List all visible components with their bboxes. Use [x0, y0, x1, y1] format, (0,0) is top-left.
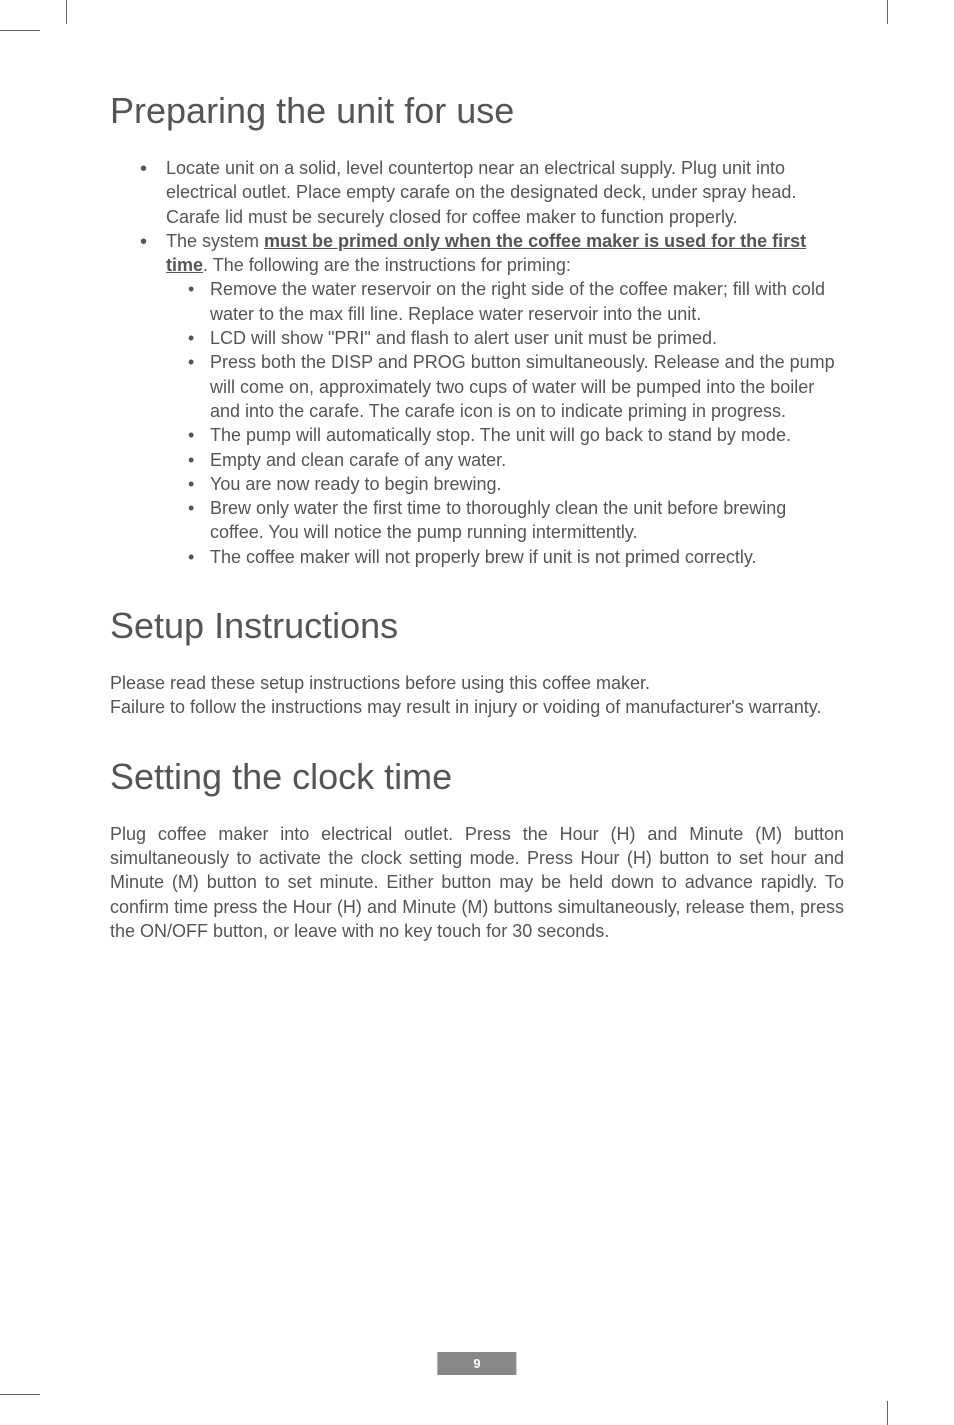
crop-mark	[0, 1394, 40, 1395]
list-item: Remove the water reservoir on the right …	[188, 277, 844, 326]
list-text: You are now ready to begin brewing.	[210, 474, 502, 494]
list-item: LCD will show "PRI" and flash to alert u…	[188, 326, 844, 350]
list-item: Press both the DISP and PROG button simu…	[188, 350, 844, 423]
list-item: Brew only water the first time to thorou…	[188, 496, 844, 545]
list-text: LCD will show "PRI" and flash to alert u…	[210, 328, 717, 348]
list-text: Brew only water the first time to thorou…	[210, 498, 786, 542]
heading-clock: Setting the clock time	[110, 756, 844, 798]
list-text-post: . The following are the instructions for…	[203, 255, 571, 275]
list-item: Locate unit on a solid, level countertop…	[140, 156, 844, 229]
page-number: 9	[437, 1352, 516, 1375]
list-item: The system must be primed only when the …	[140, 229, 844, 569]
clock-paragraph: Plug coffee maker into electrical outlet…	[110, 822, 844, 943]
list-item: You are now ready to begin brewing.	[188, 472, 844, 496]
list-text: Locate unit on a solid, level countertop…	[166, 158, 796, 227]
heading-setup: Setup Instructions	[110, 605, 844, 647]
setup-paragraph-1: Please read these setup instructions bef…	[110, 671, 844, 695]
preparing-list: Locate unit on a solid, level countertop…	[110, 156, 844, 569]
priming-sublist: Remove the water reservoir on the right …	[166, 277, 844, 569]
crop-mark	[0, 30, 40, 31]
list-text: Remove the water reservoir on the right …	[210, 279, 825, 323]
list-item: The coffee maker will not properly brew …	[188, 545, 844, 569]
list-item: Empty and clean carafe of any water.	[188, 448, 844, 472]
list-text-pre: The system	[166, 231, 264, 251]
heading-preparing: Preparing the unit for use	[110, 90, 844, 132]
list-text: Press both the DISP and PROG button simu…	[210, 352, 835, 421]
list-text: The pump will automatically stop. The un…	[210, 425, 791, 445]
list-item: The pump will automatically stop. The un…	[188, 423, 844, 447]
crop-mark	[887, 0, 888, 24]
setup-paragraph-2: Failure to follow the instructions may r…	[110, 695, 844, 719]
crop-mark	[66, 0, 67, 24]
list-text: The coffee maker will not properly brew …	[210, 547, 757, 567]
list-text: Empty and clean carafe of any water.	[210, 450, 506, 470]
crop-mark	[887, 1401, 888, 1425]
